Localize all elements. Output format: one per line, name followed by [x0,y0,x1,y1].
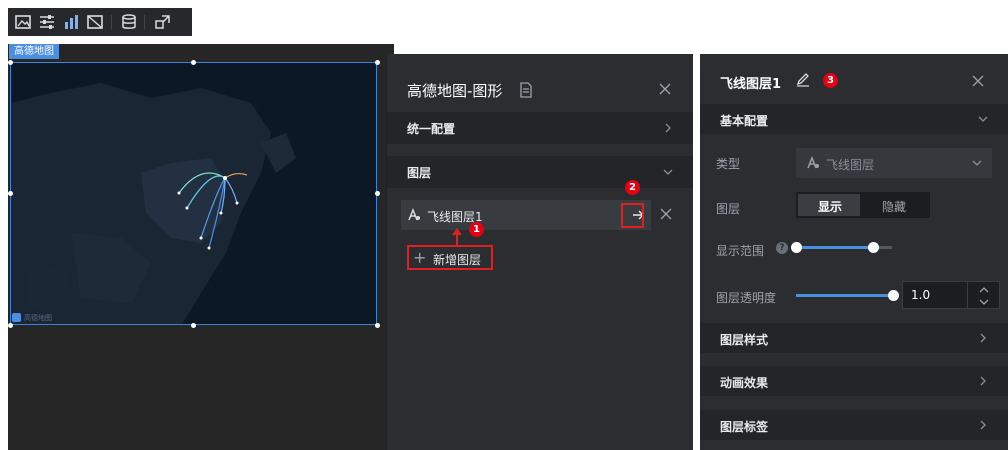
flyline-layer-icon [407,207,421,222]
map-logo-icon [12,313,21,322]
opacity-slider[interactable] [796,290,899,301]
layer-config-panel: 飞线图层1 3 基本配置 类型 飞线图层 图层 显示 隐藏 显示范围 ? 图层透… [700,54,1008,450]
chevron-down-icon [978,114,988,124]
unified-config-label: 统一配置 [407,122,456,136]
opacity-input[interactable]: 1.0 [902,281,1000,309]
chevron-up-icon[interactable] [979,284,989,294]
visibility-toggle: 显示 隐藏 [796,192,930,218]
show-label: 显示 [818,200,843,214]
sliders-icon[interactable] [38,13,56,31]
chevron-right-icon [978,333,988,343]
chevron-down-icon [663,167,673,177]
layer-style-label: 图层样式 [720,333,769,347]
frame-icon[interactable] [86,13,104,31]
hide-label: 隐藏 [882,200,907,214]
layer-tags-row[interactable]: 图层标签 [700,410,1008,440]
document-icon[interactable] [519,82,533,98]
type-select-value: 飞线图层 [826,158,875,172]
annotation-box-arrow [621,203,644,228]
resize-handle[interactable] [8,323,13,328]
chevron-right-icon [663,123,673,133]
toolbar-separator [144,15,145,29]
opacity-slider-handle[interactable] [888,290,899,301]
opacity-label: 图层透明度 [716,291,777,305]
chevron-down-icon [972,158,982,168]
resize-handle[interactable] [191,60,196,65]
layer-panel-title: 飞线图层1 [720,77,782,92]
close-icon[interactable] [972,75,984,87]
flyline-layer-icon [806,155,820,170]
layers-row[interactable]: 图层 [387,156,693,188]
display-range-fill [796,246,874,249]
chevron-right-icon [978,376,988,386]
interaction-icon[interactable] [154,13,172,31]
chevron-right-icon [978,420,988,430]
type-select[interactable]: 飞线图层 [796,148,992,178]
annotation-box-add-layer [407,245,493,270]
hide-button[interactable]: 隐藏 [862,194,928,216]
animation-effect-label: 动画效果 [720,376,769,390]
layer-item[interactable]: 飞线图层1 [401,200,651,230]
panel-title: 高德地图-图形 [407,82,503,100]
image-icon[interactable] [14,13,32,31]
display-range-label: 显示范围 [716,244,765,258]
layers-label: 图层 [407,166,432,180]
database-icon[interactable] [120,13,138,31]
range-handle-min[interactable] [791,242,802,253]
layer-style-row[interactable]: 图层样式 [700,323,1008,353]
help-icon[interactable]: ? [776,242,788,254]
annotation-badge: 1 [469,222,484,237]
edit-icon[interactable] [796,73,810,87]
annotation-badge: 3 [823,73,838,88]
resize-handle[interactable] [191,323,196,328]
resize-handle[interactable] [375,60,380,65]
layer-tags-label: 图层标签 [720,420,769,434]
flight-lines [177,172,248,250]
unified-config-row[interactable]: 统一配置 [387,112,693,144]
map-logo-text: 高德地图 [24,314,52,322]
layer-visibility-label: 图层 [716,202,741,216]
basic-config-row[interactable]: 基本配置 [700,104,1008,134]
show-button[interactable]: 显示 [798,194,860,216]
annotation-badge: 2 [625,180,640,195]
resize-handle[interactable] [375,323,380,328]
map-component[interactable] [10,62,377,325]
opacity-input-value: 1.0 [911,288,931,302]
type-label: 类型 [716,157,741,171]
chevron-down-icon[interactable] [979,296,989,306]
toolbar-separator [111,15,112,29]
opacity-stepper[interactable] [967,282,1000,308]
resize-handle[interactable] [8,191,13,196]
component-tag[interactable]: 高德地图 [9,44,59,59]
range-handle-max[interactable] [868,242,879,253]
delete-layer-icon[interactable] [660,208,672,220]
display-range-slider[interactable] [791,242,892,253]
bar-chart-icon[interactable] [62,13,80,31]
basic-config-label: 基本配置 [720,114,769,128]
annotation-arrow-head [452,228,462,235]
animation-effect-row[interactable]: 动画效果 [700,366,1008,396]
resize-handle[interactable] [375,191,380,196]
resize-handle[interactable] [8,60,13,65]
toolbar [8,8,192,36]
close-icon[interactable] [659,83,671,95]
